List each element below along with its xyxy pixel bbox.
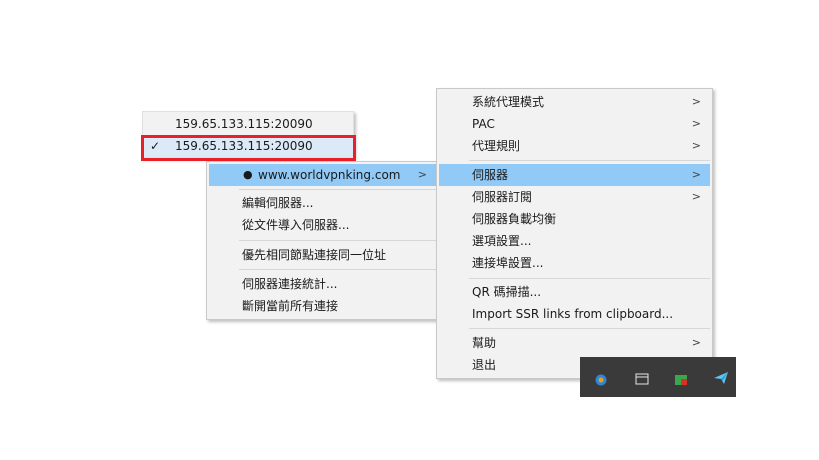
tray-context-menu: 系統代理模式 > PAC > 代理規則 > 伺服器 > 伺服器訂閱 > 伺服器負…: [436, 88, 713, 379]
menu-item-label: 伺服器訂閱: [472, 190, 533, 204]
menu-separator: [239, 240, 436, 241]
menu-item-label: 優先相同節點連接同一位址: [242, 248, 387, 262]
servers-submenu: ● www.worldvpnking.com > 編輯伺服器... 從文件導入伺…: [206, 161, 439, 320]
menu-item-label: PAC: [472, 117, 495, 131]
menu-item-label: 系統代理模式: [472, 95, 545, 109]
menu-item-label: 從文件導入伺服器...: [242, 218, 350, 232]
menu-item-label: 幫助: [472, 336, 497, 350]
system-proxy-mode-item[interactable]: 系統代理模式 >: [439, 91, 710, 113]
port-settings-item[interactable]: 連接埠設置...: [439, 252, 710, 274]
menu-item-label: 伺服器連接統計...: [242, 277, 338, 291]
server-entry-label: 159.65.133.115:20090: [175, 117, 313, 131]
chevron-right-icon: >: [691, 190, 701, 203]
chevron-right-icon: >: [691, 139, 701, 152]
chevron-right-icon: >: [691, 168, 701, 181]
chevron-right-icon: >: [691, 117, 701, 130]
bullet-icon: ●: [243, 168, 253, 181]
annotation-highlight-box: [141, 135, 356, 161]
network-app-icon[interactable]: [594, 373, 608, 386]
app-tray-icon[interactable]: [674, 373, 688, 385]
menu-item-label: 代理規則: [472, 139, 521, 153]
options-settings-item[interactable]: 選項設置...: [439, 230, 710, 252]
menu-item-label: Import SSR links from clipboard...: [472, 307, 674, 321]
chevron-right-icon: >: [691, 95, 701, 108]
qr-scan-item[interactable]: QR 碼掃描...: [439, 281, 710, 303]
menu-separator: [469, 328, 710, 329]
load-balance-item[interactable]: 伺服器負載均衡: [439, 208, 710, 230]
server-entry[interactable]: 159.65.133.115:20090: [143, 113, 353, 135]
import-servers-from-file-item[interactable]: 從文件導入伺服器...: [209, 214, 436, 236]
server-group-label: www.worldvpnking.com: [258, 168, 401, 182]
paper-plane-icon[interactable]: [713, 371, 728, 384]
taskbar-tray: [580, 357, 736, 397]
menu-separator: [239, 189, 436, 190]
same-node-same-address-item[interactable]: 優先相同節點連接同一位址: [209, 244, 436, 266]
server-subscription-item[interactable]: 伺服器訂閱 >: [439, 186, 710, 208]
menu-item-label: 退出: [472, 358, 497, 372]
edit-servers-item[interactable]: 編輯伺服器...: [209, 192, 436, 214]
menu-separator: [469, 160, 710, 161]
window-icon[interactable]: [635, 373, 649, 385]
import-ssr-links-item[interactable]: Import SSR links from clipboard...: [439, 303, 710, 325]
menu-item-label: QR 碼掃描...: [472, 285, 542, 299]
server-statistics-item[interactable]: 伺服器連接統計...: [209, 273, 436, 295]
menu-item-label: 伺服器負載均衡: [472, 212, 557, 226]
menu-separator: [469, 278, 710, 279]
menu-item-label: 伺服器: [472, 168, 509, 182]
chevron-right-icon: >: [691, 336, 701, 349]
pac-item[interactable]: PAC >: [439, 113, 710, 135]
servers-item[interactable]: 伺服器 >: [439, 164, 710, 186]
menu-item-label: 選項設置...: [472, 234, 532, 248]
menu-item-label: 斷開當前所有連接: [242, 299, 339, 313]
help-item[interactable]: 幫助 >: [439, 332, 710, 354]
server-group-worldvpnking[interactable]: ● www.worldvpnking.com >: [209, 164, 436, 186]
proxy-rules-item[interactable]: 代理規則 >: [439, 135, 710, 157]
menu-separator: [239, 269, 436, 270]
menu-item-label: 編輯伺服器...: [242, 196, 314, 210]
chevron-right-icon: >: [417, 168, 427, 181]
disconnect-all-item[interactable]: 斷開當前所有連接: [209, 295, 436, 317]
menu-item-label: 連接埠設置...: [472, 256, 544, 270]
